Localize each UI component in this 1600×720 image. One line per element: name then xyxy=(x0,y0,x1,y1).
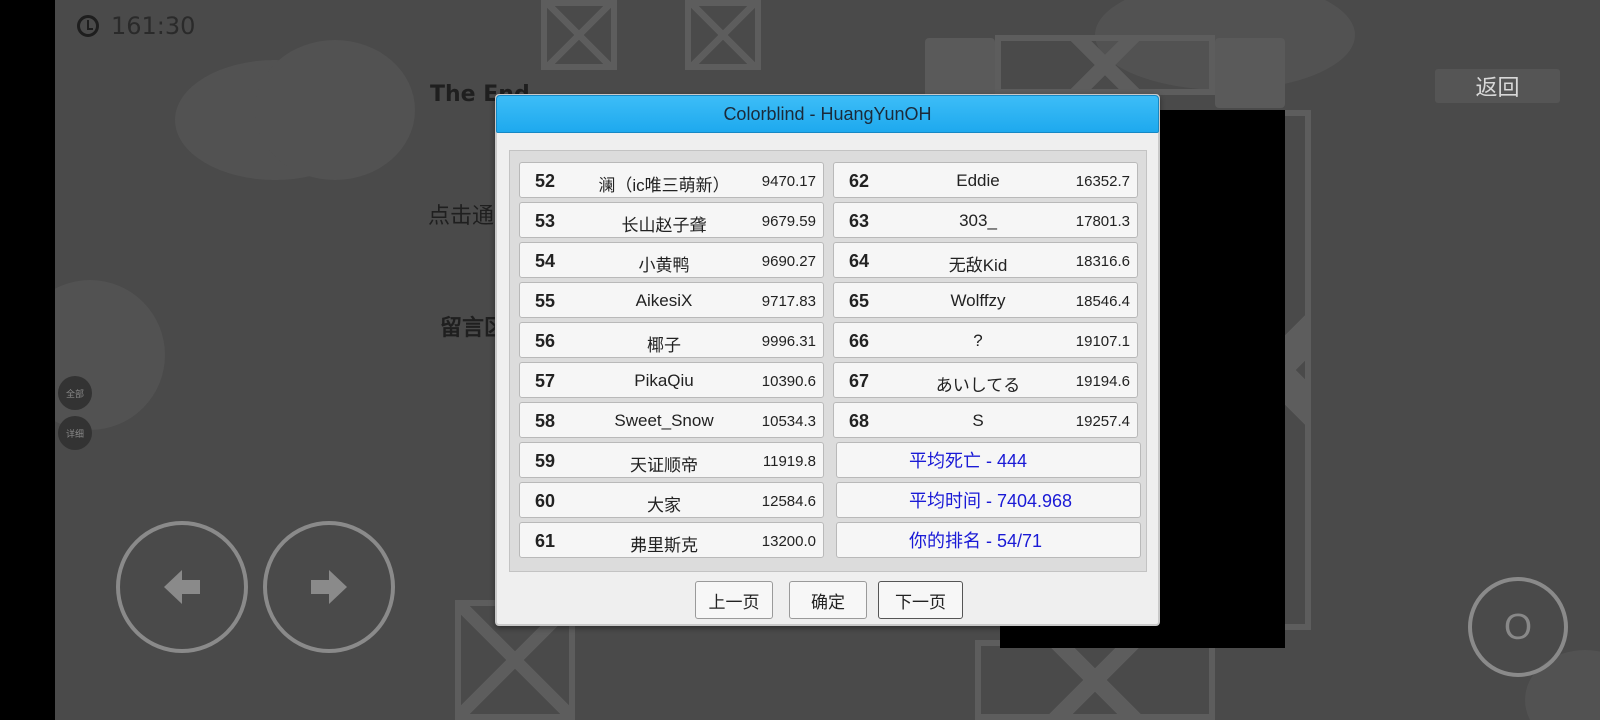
row-name: ? xyxy=(973,331,983,350)
tile xyxy=(1215,38,1285,108)
row-name: 303_ xyxy=(959,211,997,230)
confirm-button[interactable]: 确定 xyxy=(789,581,867,619)
table-row: 64 无敌Kid 18316.6 xyxy=(833,242,1138,278)
row-name: Wolffzy xyxy=(950,291,1006,310)
row-rank: 56 xyxy=(535,331,556,351)
timer: 161:30 xyxy=(77,12,195,40)
avg-deaths: 平均死亡 - 444 xyxy=(836,442,1141,478)
prev-page-button[interactable]: 上一页 xyxy=(695,581,773,619)
table-row: 53 长山赵子聋 9679.59 xyxy=(519,202,824,238)
detail-button[interactable]: 详细 xyxy=(58,416,92,450)
move-right-button[interactable] xyxy=(263,521,395,653)
next-page-button[interactable]: 下一页 xyxy=(878,581,963,619)
row-name: Sweet_Snow xyxy=(614,411,714,430)
row-score: 18316.6 xyxy=(1075,253,1130,270)
row-name: 小黄鸭 xyxy=(638,256,690,275)
your-rank: 你的排名 - 54/71 xyxy=(836,522,1141,558)
all-button[interactable]: 全部 xyxy=(58,376,92,410)
row-rank: 64 xyxy=(849,251,870,271)
row-score: 17801.3 xyxy=(1075,213,1130,230)
row-rank: 68 xyxy=(849,411,870,431)
row-rank: 54 xyxy=(535,251,556,271)
row-score: 12584.6 xyxy=(761,493,816,510)
row-rank: 61 xyxy=(535,531,556,551)
table-row: 55 AikesiX 9717.83 xyxy=(519,282,824,318)
row-name: 大家 xyxy=(647,496,681,515)
girder xyxy=(995,35,1215,95)
row-score: 19257.4 xyxy=(1075,413,1130,430)
girder xyxy=(541,0,617,70)
row-name: 澜（ic唯三萌新） xyxy=(598,176,730,195)
table-row: 57 PikaQiu 10390.6 xyxy=(519,362,824,398)
row-rank: 55 xyxy=(535,291,556,311)
row-rank: 59 xyxy=(535,451,556,471)
row-score: 19107.1 xyxy=(1075,333,1130,350)
table-row: 68 S 19257.4 xyxy=(833,402,1138,438)
table-row: 65 Wolffzy 18546.4 xyxy=(833,282,1138,318)
row-score: 9996.31 xyxy=(761,333,816,350)
table-row: 61 弗里斯克 13200.0 xyxy=(519,522,824,558)
clock-icon xyxy=(77,15,99,37)
table-row: 63 303_ 17801.3 xyxy=(833,202,1138,238)
move-left-button[interactable] xyxy=(116,521,248,653)
row-rank: 60 xyxy=(535,491,556,511)
table-row: 60 大家 12584.6 xyxy=(519,482,824,518)
hint-text: 点击通 xyxy=(428,204,495,229)
row-name: 天证顺帝 xyxy=(630,456,698,475)
table-row: 67 あいしてる 19194.6 xyxy=(833,362,1138,398)
table-row: 62 Eddie 16352.7 xyxy=(833,162,1138,198)
timer-value: 161:30 xyxy=(111,12,196,40)
row-rank: 58 xyxy=(535,411,556,431)
table-row: 66? 19107.1 xyxy=(833,322,1138,358)
row-name: 无敌Kid xyxy=(948,256,1008,275)
row-rank: 65 xyxy=(849,291,870,311)
row-score: 9690.27 xyxy=(761,253,816,270)
row-score: 9679.59 xyxy=(761,213,816,230)
cloud xyxy=(255,40,415,180)
arrow-right-icon xyxy=(311,570,347,604)
row-rank: 57 xyxy=(535,371,556,391)
row-score: 18546.4 xyxy=(1075,293,1130,310)
girder xyxy=(975,640,1215,720)
row-name: S xyxy=(972,411,984,430)
row-name: 弗里斯克 xyxy=(630,536,698,555)
row-name: 长山赵子聋 xyxy=(621,216,707,235)
row-score: 9470.17 xyxy=(761,173,816,190)
row-rank: 63 xyxy=(849,211,870,231)
row-name: AikesiX xyxy=(635,291,693,310)
row-rank: 66 xyxy=(849,331,870,351)
row-rank: 67 xyxy=(849,371,870,391)
avg-time: 平均时间 - 7404.968 xyxy=(836,482,1141,518)
girder xyxy=(685,0,761,70)
table-row: 59 天证顺帝 11919.8 xyxy=(519,442,824,478)
jump-button[interactable]: O xyxy=(1468,577,1568,677)
table-row: 52 澜（ic唯三萌新） 9470.17 xyxy=(519,162,824,198)
row-score: 11919.8 xyxy=(762,453,816,470)
row-score: 9717.83 xyxy=(761,293,816,310)
back-button[interactable]: 返回 xyxy=(1435,69,1560,103)
row-name: 椰子 xyxy=(647,336,681,355)
row-name: Eddie xyxy=(956,171,1000,190)
row-name: PikaQiu xyxy=(634,371,694,390)
row-rank: 53 xyxy=(535,211,556,231)
table-row: 58 Sweet_Snow 10534.3 xyxy=(519,402,824,438)
row-rank: 62 xyxy=(849,171,870,191)
row-score: 10534.3 xyxy=(761,413,816,430)
arrow-left-icon xyxy=(164,570,200,604)
row-score: 10390.6 xyxy=(761,373,816,390)
row-score: 19194.6 xyxy=(1075,373,1130,390)
table-row: 56 椰子 9996.31 xyxy=(519,322,824,358)
table-row: 54 小黄鸭 9690.27 xyxy=(519,242,824,278)
row-name: あいしてる xyxy=(935,376,1021,395)
dialog-title: Colorblind - HuangYunOH xyxy=(496,95,1159,133)
row-rank: 52 xyxy=(535,171,556,191)
row-score: 13200.0 xyxy=(761,533,816,550)
row-score: 16352.7 xyxy=(1075,173,1130,190)
